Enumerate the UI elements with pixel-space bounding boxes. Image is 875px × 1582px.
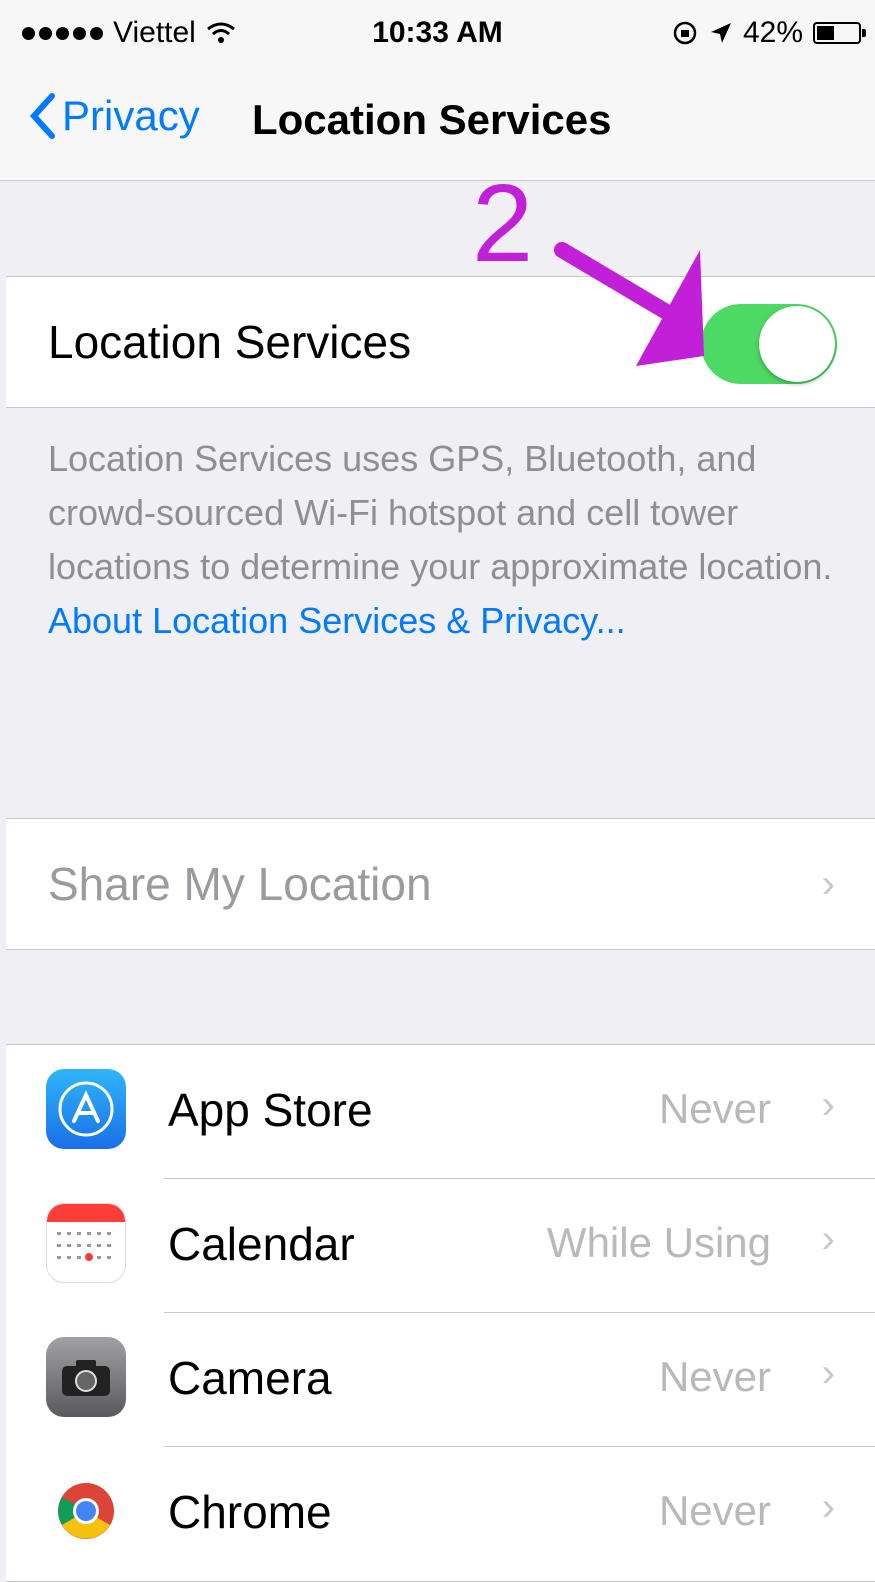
calendar-icon — [46, 1203, 126, 1283]
app-row-app-store[interactable]: App Store Never › — [6, 1045, 875, 1179]
chevron-right-icon: › — [821, 1083, 835, 1127]
chrome-icon — [46, 1471, 126, 1551]
chevron-right-icon: › — [821, 861, 835, 906]
app-name: Calendar — [168, 1218, 355, 1270]
app-permission: While Using — [546, 1219, 771, 1266]
app-row-calendar[interactable]: Calendar While Using › — [6, 1179, 875, 1313]
share-my-location-cell[interactable]: Share My Location › — [6, 819, 875, 949]
share-location-group: Share My Location › — [6, 818, 875, 950]
app-row-camera[interactable]: Camera Never › — [6, 1313, 875, 1447]
app-permission: Never — [658, 1353, 771, 1400]
app-name: Camera — [168, 1352, 332, 1404]
app-permission: Never — [658, 1085, 771, 1132]
chevron-right-icon: › — [821, 1217, 835, 1261]
camera-icon — [46, 1337, 126, 1417]
location-services-footer: Location Services uses GPS, Bluetooth, a… — [48, 432, 848, 648]
app-name: Chrome — [168, 1486, 332, 1538]
about-privacy-link[interactable]: About Location Services & Privacy... — [48, 600, 626, 641]
chevron-right-icon: › — [821, 1351, 835, 1395]
app-row-chrome[interactable]: Chrome Never › — [6, 1447, 875, 1581]
app-permission: Never — [658, 1487, 771, 1534]
app-store-icon — [46, 1069, 126, 1149]
footer-description: Location Services uses GPS, Bluetooth, a… — [48, 438, 833, 587]
share-my-location-label: Share My Location — [48, 858, 432, 910]
app-name: App Store — [168, 1084, 373, 1136]
annotation-arrow-icon — [554, 242, 704, 366]
app-list: App Store Never › Calendar While Using › — [6, 1044, 875, 1582]
chevron-right-icon: › — [821, 1485, 835, 1529]
